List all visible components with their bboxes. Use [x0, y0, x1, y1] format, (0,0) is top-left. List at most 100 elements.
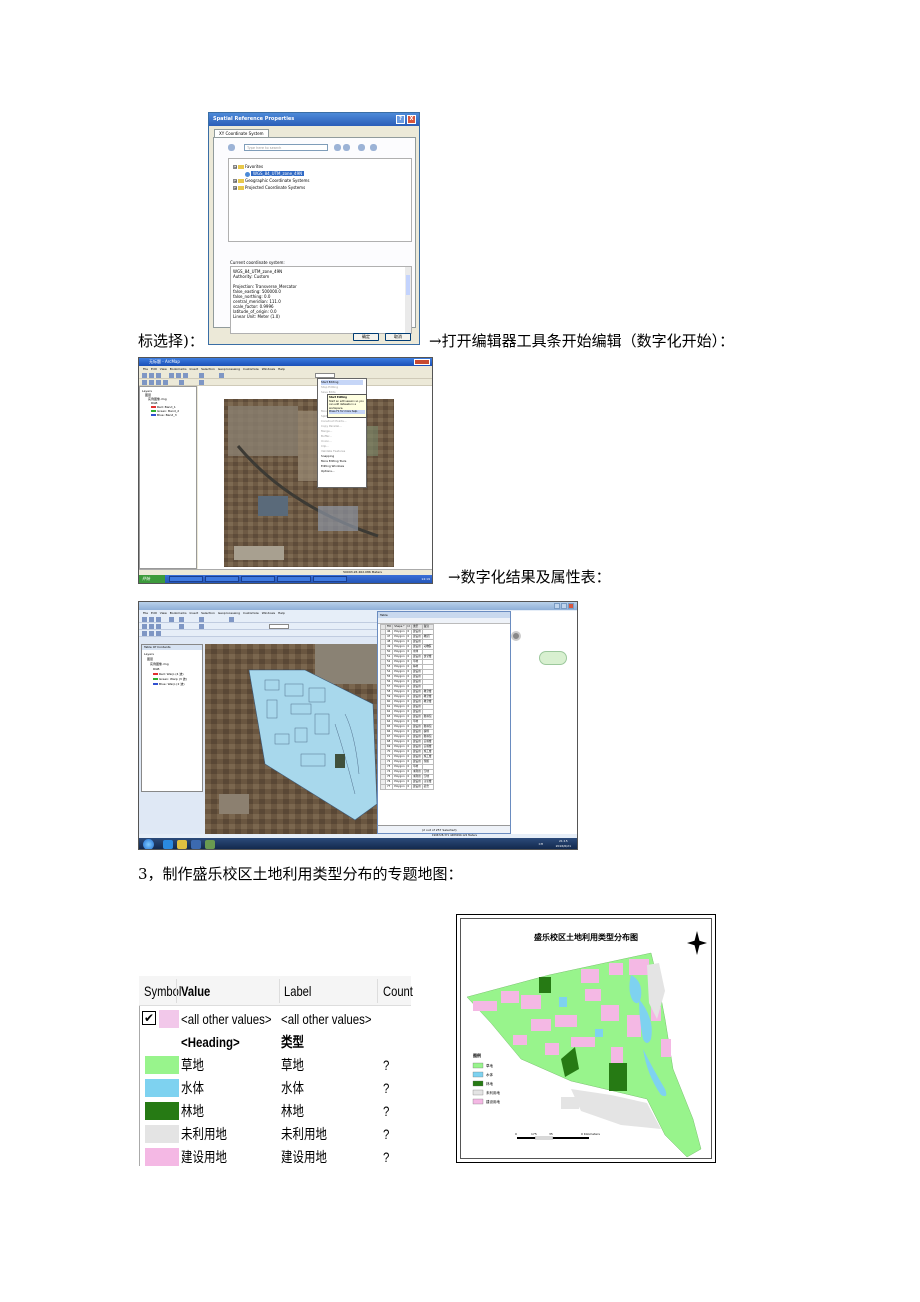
taskbar-item[interactable]	[313, 576, 347, 582]
table-cell[interactable]: 图书馆	[421, 734, 434, 740]
table-cell[interactable]: 未利用	[410, 774, 423, 780]
table-cell[interactable]: 建设用	[410, 634, 423, 640]
symbology-label[interactable]: 林地	[281, 1102, 304, 1120]
tool-icon[interactable]	[142, 631, 147, 636]
zoom-out-icon[interactable]	[149, 617, 154, 622]
zoom-in-icon[interactable]	[142, 380, 147, 385]
explorer-icon[interactable]	[177, 840, 187, 849]
table-cell[interactable]: 建设用	[410, 674, 423, 680]
symbology-label[interactable]: <all other values>	[281, 1010, 372, 1028]
tool-icon[interactable]	[156, 631, 161, 636]
symbol-swatch[interactable]	[145, 1079, 179, 1097]
symbology-row[interactable]: 水体 水体?	[139, 1077, 411, 1100]
table-cell[interactable]: 建设用	[410, 679, 423, 685]
col-shape[interactable]: Shape *	[392, 624, 407, 630]
symbology-row[interactable]: <Heading> 类型	[139, 1031, 411, 1054]
capture-icon[interactable]	[511, 631, 521, 641]
maximize-icon[interactable]	[561, 603, 567, 609]
help-icon[interactable]: ?	[396, 115, 405, 124]
table-cell[interactable]: 建设用	[410, 704, 423, 710]
window-controls[interactable]	[414, 359, 430, 365]
minimize-icon[interactable]	[554, 603, 560, 609]
full-extent-icon[interactable]	[163, 380, 168, 385]
desktop-gadget[interactable]	[539, 651, 567, 665]
table-cell[interactable]: Polygon	[392, 644, 407, 650]
table-cell[interactable]: 建设用	[410, 684, 423, 690]
table-cell[interactable]: Polygon	[392, 679, 407, 685]
table-cell[interactable]: 施工楼	[421, 749, 434, 755]
details-scrollbar[interactable]	[405, 267, 411, 333]
table-cell[interactable]: 教室楼	[421, 699, 434, 705]
start-button[interactable]: 开始	[139, 575, 165, 583]
table-cell[interactable]: 图书馆	[421, 724, 434, 730]
table-cell[interactable]: 建设用	[410, 629, 423, 635]
table-cell[interactable]: Polygon	[392, 769, 407, 775]
symbol-swatch[interactable]	[145, 1148, 179, 1166]
table-cell[interactable]: Polygon	[392, 739, 407, 745]
open-icon[interactable]	[149, 373, 154, 378]
tree-node-projected[interactable]: ⊞ Projected Coordinate Systems	[233, 184, 407, 191]
coordinate-system-tree[interactable]: ⊟ Favorites WGS_84_UTM_zone_49N ⊞ Geograph…	[228, 158, 412, 242]
start-orb-icon[interactable]	[143, 839, 154, 849]
new-icon[interactable]	[142, 373, 147, 378]
symbology-label[interactable]: 未利用地	[281, 1125, 327, 1143]
table-cell[interactable]: 食堂楼	[421, 654, 434, 660]
ie-icon[interactable]	[163, 840, 173, 849]
tree-node-wgs84-utm49n[interactable]: WGS_84_UTM_zone_49N	[233, 170, 407, 177]
table-cell[interactable]: Polygon	[392, 664, 407, 670]
table-cell[interactable]: 施工楼	[421, 754, 434, 760]
table-cell[interactable]: 建设用	[410, 669, 423, 675]
arc2-table-of-contents[interactable]: Table Of Contents Layers 图层 实例图像.img RGB…	[141, 644, 203, 792]
table-cell[interactable]: Polygon	[392, 694, 407, 700]
table-cell[interactable]: 教研厂	[421, 634, 434, 640]
table-cell[interactable]: 未利用	[410, 769, 423, 775]
scale-box[interactable]	[219, 373, 224, 378]
table-cell[interactable]: 建设用	[410, 734, 423, 740]
table-cell[interactable]: 建设用	[410, 689, 423, 695]
table-cell[interactable]: 建设用	[410, 754, 423, 760]
checkbox-icon[interactable]: ✔	[142, 1011, 156, 1025]
language-indicator[interactable]: CH	[539, 842, 543, 846]
taskbar-item[interactable]	[277, 576, 311, 582]
pan-icon[interactable]	[156, 617, 161, 622]
globe-icon[interactable]	[169, 617, 174, 622]
table-cell[interactable]: Polygon	[392, 639, 407, 645]
cancel-button[interactable]: 取消	[385, 333, 411, 341]
symbology-label[interactable]: 水体	[281, 1079, 304, 1097]
table-cell[interactable]: Polygon	[392, 689, 407, 695]
table-cell[interactable]: Polygon	[392, 629, 407, 635]
table-cell[interactable]: Polygon	[392, 764, 407, 770]
symbol-swatch[interactable]	[145, 1125, 179, 1143]
table-cell[interactable]: Polygon	[392, 719, 407, 725]
collapse-icon[interactable]: ⊟	[233, 165, 237, 169]
search-icon[interactable]	[334, 144, 341, 151]
table-cell[interactable]: Polygon	[392, 724, 407, 730]
globe-add-icon[interactable]	[228, 144, 235, 151]
symbology-row[interactable]: 未利用地 未利用地?	[139, 1123, 411, 1146]
symbology-row[interactable]: ✔ <all other values> <all other values>	[139, 1008, 411, 1031]
select-icon[interactable]	[179, 617, 184, 622]
filter-icon[interactable]	[343, 144, 350, 151]
close-icon[interactable]: X	[407, 115, 416, 124]
table-cell[interactable]: 建设用	[410, 784, 423, 790]
zoom-in-icon[interactable]	[142, 617, 147, 622]
ok-button[interactable]: 确定	[353, 333, 379, 341]
table-cell[interactable]: Polygon	[392, 669, 407, 675]
table-cell[interactable]: Polygon	[392, 649, 407, 655]
tree-node-geographic[interactable]: ⊞ Geographic Coordinate Systems	[233, 177, 407, 184]
table-cell[interactable]: Polygon	[392, 729, 407, 735]
tab-xy-coordinate-system[interactable]: XY Coordinate System	[214, 129, 269, 137]
table-cell[interactable]: Polygon	[392, 659, 407, 665]
attribute-table-window[interactable]: Table FID Shape * Id 类型 备注 46 Polygon 0 建设用…	[377, 611, 511, 834]
table-cell[interactable]: 建设用	[410, 709, 423, 715]
table-cell[interactable]: 建设用	[410, 714, 423, 720]
table-cell[interactable]: 动物医	[421, 644, 434, 650]
taskbar-item[interactable]	[241, 576, 275, 582]
copy-icon[interactable]	[176, 373, 181, 378]
table-cell[interactable]: 建设用	[410, 639, 423, 645]
add-coordinate-icon[interactable]	[358, 144, 365, 151]
table-cell[interactable]: 讨论楼	[421, 779, 434, 785]
add-data-icon[interactable]	[199, 624, 204, 629]
arc1-table-of-contents[interactable]: Layers 图层 实例图像.img RGB Red: Band_1 Green…	[139, 386, 197, 569]
table-cell[interactable]: 建设用	[410, 699, 423, 705]
